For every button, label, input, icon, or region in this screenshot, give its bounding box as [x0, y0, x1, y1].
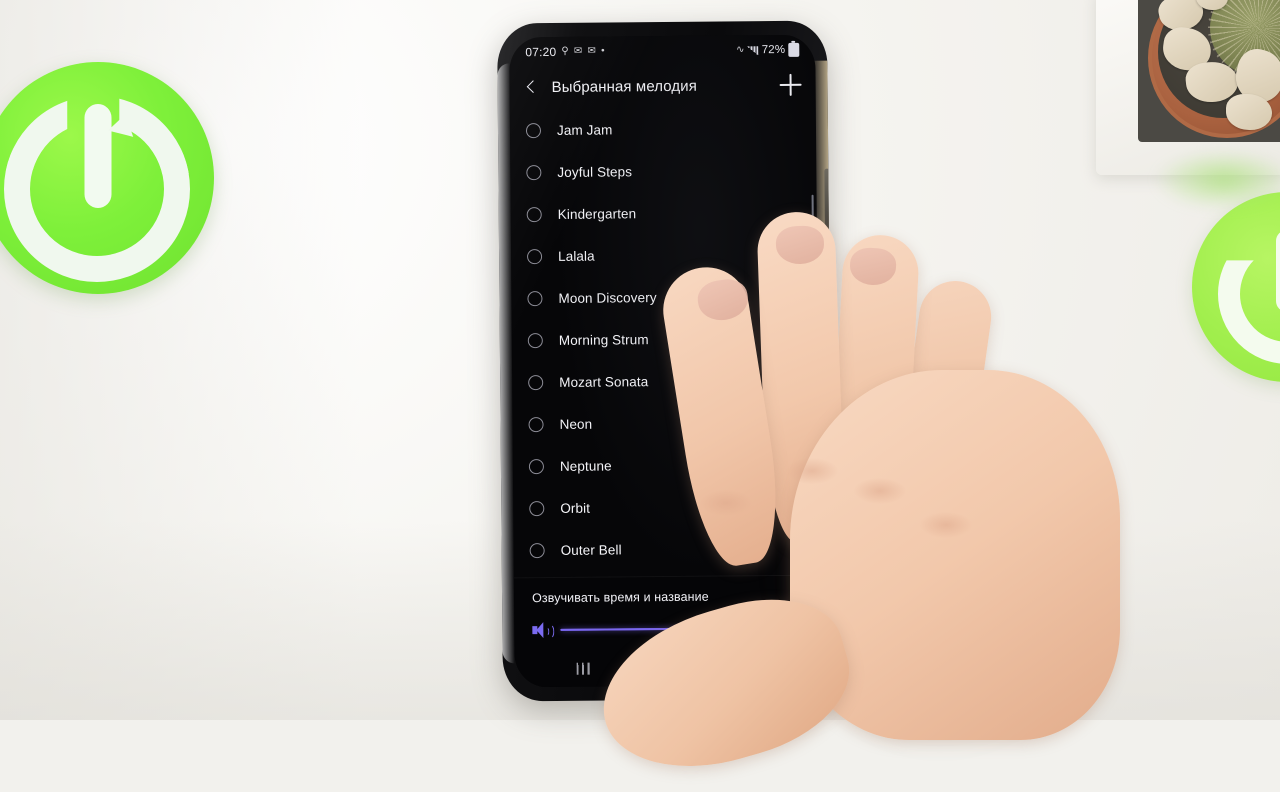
ringtone-list[interactable]: Jam Jam Joyful Steps Kindergarten Lalala…: [510, 105, 820, 580]
volume-slider-fill: [560, 626, 791, 632]
ringtone-label: Mozart Sonata: [559, 373, 649, 390]
radio-button[interactable]: [527, 290, 543, 306]
list-item[interactable]: Neptune: [513, 443, 819, 488]
volume-slider-thumb[interactable]: [782, 620, 798, 636]
volume-icon-wave: [545, 623, 555, 639]
app-bar: Выбранная мелодия: [509, 65, 815, 108]
signal-icon: [747, 45, 759, 55]
status-bar-clock: 07:20: [525, 44, 557, 60]
radio-button[interactable]: [526, 164, 542, 180]
phone-screen: 07:20 ⚲ ✉ ✉ • ∿ 72% Выбранная мелодия Ja…: [509, 34, 821, 688]
radio-button[interactable]: [527, 332, 543, 348]
mail-icon: ✉: [573, 45, 583, 57]
status-bar-left: 07:20 ⚲ ✉ ✉ •: [525, 44, 605, 60]
mail-icon: ✉: [587, 45, 597, 57]
home-icon[interactable]: [660, 660, 676, 676]
radio-button[interactable]: [529, 500, 545, 516]
recents-icon[interactable]: [576, 662, 590, 675]
ringtone-label: Morning Strum: [558, 331, 649, 348]
list-item[interactable]: Outer Bell: [513, 527, 819, 572]
list-item[interactable]: Morning Strum: [512, 317, 818, 362]
dot-icon: •: [600, 45, 605, 57]
volume-icon-cone: [536, 622, 544, 639]
list-item[interactable]: Jam Jam: [510, 107, 816, 152]
list-item[interactable]: Orbit: [513, 485, 819, 530]
wifi-icon: ∿: [736, 44, 745, 56]
radio-button[interactable]: [528, 374, 544, 390]
send-icon: ⚲: [561, 45, 569, 57]
plus-icon[interactable]: [779, 74, 801, 96]
ringtone-label: Moon Discovery: [558, 289, 657, 306]
radio-button[interactable]: [528, 416, 544, 432]
page-title: Выбранная мелодия: [551, 77, 697, 96]
radio-button[interactable]: [529, 542, 545, 558]
battery-icon: [788, 42, 800, 57]
ringtone-label: Lalala: [558, 248, 595, 264]
smartphone: 07:20 ⚲ ✉ ✉ • ∿ 72% Выбранная мелодия Ja…: [497, 20, 833, 702]
radio-button[interactable]: [527, 248, 543, 264]
power-logo-bar: [84, 104, 112, 208]
pot-stone: [1226, 94, 1272, 130]
navigation-bar: [515, 649, 821, 688]
list-item[interactable]: Lalala: [511, 233, 817, 278]
ringtone-label: Orbit: [560, 500, 591, 516]
ringtone-label: Joyful Steps: [557, 163, 633, 180]
speak-time-and-name-label: Озвучивать время и название: [532, 589, 709, 606]
ringtone-label: Neon: [559, 416, 593, 432]
radio-button[interactable]: [526, 206, 542, 222]
list-item[interactable]: Neon: [512, 401, 818, 446]
list-item[interactable]: Joyful Steps: [510, 149, 816, 194]
radio-button[interactable]: [528, 458, 544, 474]
radio-button[interactable]: [525, 122, 542, 138]
list-item[interactable]: Moon Discovery: [511, 275, 817, 320]
power-logo-right-bar: [1276, 230, 1280, 312]
ringtone-label: Jam Jam: [556, 121, 613, 138]
ringtone-label: Neptune: [559, 457, 612, 474]
list-item[interactable]: Kindergarten: [511, 191, 817, 236]
volume-icon[interactable]: [532, 622, 555, 639]
volume-slider[interactable]: [560, 619, 803, 639]
bottom-panel: Озвучивать время и название: [513, 574, 821, 688]
status-bar-right: ∿ 72%: [736, 42, 800, 58]
status-bar: 07:20 ⚲ ✉ ✉ • ∿ 72%: [509, 35, 815, 68]
ringtone-label: Kindergarten: [557, 205, 637, 222]
list-item[interactable]: Mozart Sonata: [512, 359, 818, 404]
volume-slider-row: [532, 619, 803, 639]
battery-percent-label: 72%: [761, 43, 786, 57]
ringtone-label: Outer Bell: [560, 541, 622, 558]
power-logo-right-ring: [1218, 260, 1280, 364]
back-chevron-icon[interactable]: [524, 79, 540, 95]
back-icon[interactable]: [747, 661, 759, 673]
